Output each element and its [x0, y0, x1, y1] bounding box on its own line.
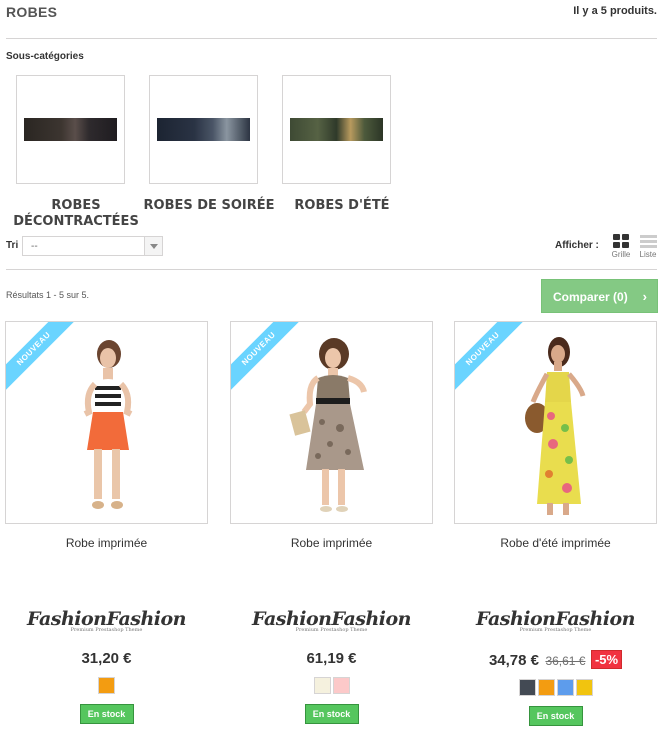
color-swatch[interactable]: [556, 679, 574, 696]
stock-badge: En stock: [528, 706, 583, 726]
product-card[interactable]: NOUVEAU Robe d'été imprimée FashionFashi…: [454, 321, 657, 726]
product-image[interactable]: NOUVEAU: [5, 321, 208, 524]
subcategory-summer[interactable]: ROBES D'ÉTÉ: [272, 75, 412, 214]
subcategory-image: [290, 118, 383, 141]
product-count: Il y a 5 produits.: [573, 5, 657, 17]
subcategory-casual[interactable]: ROBES DÉCONTRACTÉES: [6, 75, 146, 230]
stock-badge: En stock: [79, 704, 134, 724]
divider: [6, 269, 657, 270]
chevron-right-icon: ›: [642, 289, 647, 304]
model-photo: [83, 340, 132, 509]
model-photo: [288, 338, 367, 512]
view-list-button[interactable]: Liste: [637, 234, 659, 259]
color-swatches: [230, 677, 433, 694]
subcategory-label[interactable]: ROBES DÉCONTRACTÉES: [6, 198, 146, 230]
subcategory-thumbnail[interactable]: [149, 75, 258, 184]
page-title: ROBES: [6, 4, 58, 20]
sort-label: Tri: [6, 240, 19, 251]
chevron-down-icon[interactable]: [144, 237, 162, 255]
product-name[interactable]: Robe imprimée: [5, 536, 208, 550]
grid-icon: [612, 234, 630, 249]
color-swatches: [454, 679, 657, 696]
subcategory-evening[interactable]: ROBES DE SOIRÉE: [139, 75, 279, 214]
product-price: 61,19 €: [306, 650, 357, 667]
stock-badge: En stock: [304, 704, 359, 724]
color-swatch[interactable]: [332, 677, 350, 694]
view-grid-label: Grille: [611, 250, 631, 259]
product-price: 31,20 €: [81, 650, 132, 667]
product-card[interactable]: NOUVEAU Robe imprimée FashionFashion Pre…: [5, 321, 208, 724]
sort-value: --: [31, 241, 38, 252]
subcategories-heading: Sous-catégories: [6, 51, 84, 62]
view-list-label: Liste: [639, 250, 657, 259]
brand-logo: FashionFashion Premium Prestashop Theme: [5, 608, 208, 633]
sort-select[interactable]: --: [22, 236, 163, 256]
view-grid-button[interactable]: Grille: [610, 234, 632, 259]
product-image[interactable]: NOUVEAU: [454, 321, 657, 524]
old-price: 36,61 €: [545, 654, 586, 668]
subcategory-thumbnail[interactable]: [16, 75, 125, 184]
brand-logo: FashionFashion Premium Prestashop Theme: [230, 608, 433, 633]
product-image[interactable]: NOUVEAU: [230, 321, 433, 524]
color-swatch[interactable]: [518, 679, 536, 696]
subcategory-label[interactable]: ROBES DE SOIRÉE: [139, 198, 279, 214]
product-price: 34,78 €: [488, 652, 539, 669]
discount-badge: -5%: [590, 650, 623, 669]
price-row: 31,20 €: [5, 650, 208, 668]
color-swatch[interactable]: [313, 677, 331, 694]
subcategory-image: [157, 118, 250, 141]
subcategory-label[interactable]: ROBES D'ÉTÉ: [272, 198, 412, 214]
list-icon: [639, 234, 657, 249]
color-swatch[interactable]: [575, 679, 593, 696]
subcategory-image: [24, 118, 117, 141]
product-name[interactable]: Robe imprimée: [230, 536, 433, 550]
model-photo: [524, 337, 585, 515]
product-name[interactable]: Robe d'été imprimée: [454, 536, 657, 550]
compare-button[interactable]: Comparer (0) ›: [541, 279, 658, 313]
subcategory-thumbnail[interactable]: [282, 75, 391, 184]
price-row: 61,19 €: [230, 650, 433, 668]
brand-logo: FashionFashion Premium Prestashop Theme: [454, 608, 657, 633]
product-card[interactable]: NOUVEAU Robe imprimée FashionFashion Pre…: [230, 321, 433, 724]
results-summary: Résultats 1 - 5 sur 5.: [6, 290, 90, 300]
color-swatch[interactable]: [98, 677, 115, 694]
new-badge: NOUVEAU: [6, 322, 76, 391]
divider: [6, 38, 657, 39]
view-label: Afficher :: [555, 240, 599, 251]
price-row: 34,78 € 36,61 € -5%: [454, 650, 657, 670]
color-swatch[interactable]: [537, 679, 555, 696]
color-swatches: [5, 677, 208, 694]
compare-label: Comparer (0): [553, 290, 628, 304]
